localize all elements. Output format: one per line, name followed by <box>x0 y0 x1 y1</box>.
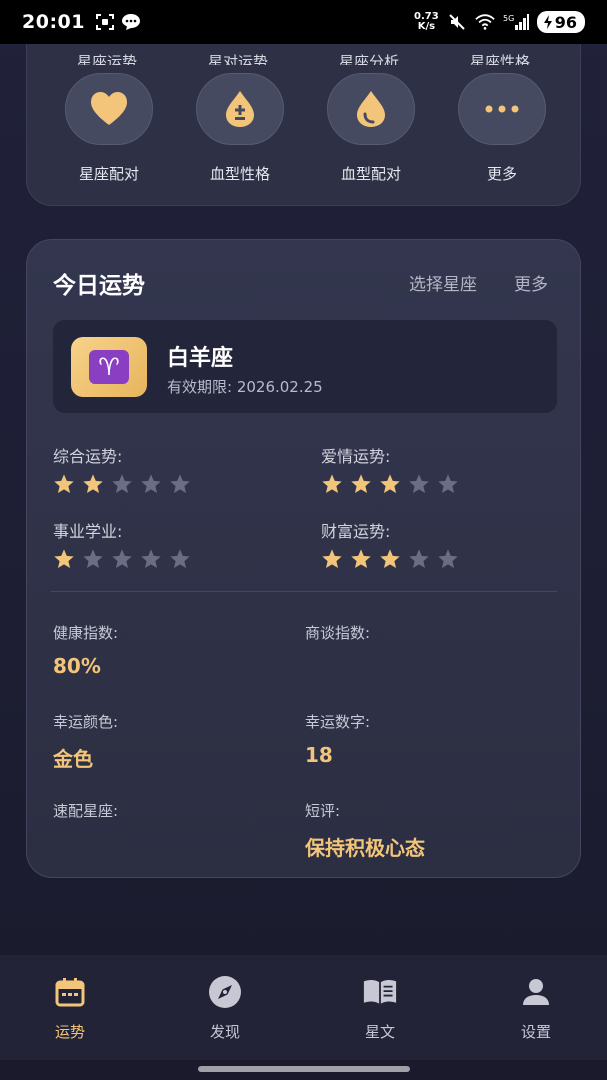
star-empty-icon <box>170 474 190 493</box>
star-rating <box>53 548 191 570</box>
compass-icon <box>208 975 242 1009</box>
heart-icon <box>91 92 127 125</box>
rating-label: 事业学业: <box>53 522 123 541</box>
category-blood-match[interactable]: 血型配对 <box>326 73 416 184</box>
star-filled-icon <box>351 474 371 493</box>
star-empty-icon <box>170 549 190 568</box>
nav-fortune[interactable]: 运势 <box>25 975 115 1042</box>
category-blood-personality[interactable]: 血型性格 <box>195 73 285 184</box>
star-filled-icon <box>380 474 400 493</box>
battery-indicator: 96 <box>536 11 585 33</box>
negotiation-index-label: 商谈指数: <box>305 624 371 642</box>
status-bar: 20:01 0.73 K/s 5G 96 <box>0 0 607 44</box>
category-more[interactable]: 更多 <box>457 73 547 184</box>
nav-settings[interactable]: 设置 <box>491 975 581 1042</box>
category-label-cut[interactable]: 星座运势 <box>57 51 157 65</box>
book-icon <box>363 975 397 1009</box>
health-index-label: 健康指数: <box>53 624 119 642</box>
calendar-icon <box>53 975 87 1009</box>
health-index-value: 80% <box>53 654 101 678</box>
lucky-number-value: 18 <box>305 743 333 767</box>
status-time: 20:01 <box>22 11 85 33</box>
short-comment-value: 保持积极心态 <box>305 836 425 860</box>
star-empty-icon <box>409 549 429 568</box>
category-label-cut[interactable]: 星对运势 <box>188 51 288 65</box>
category-label: 星座配对 <box>78 165 139 183</box>
star-empty-icon <box>112 474 132 493</box>
current-sign-panel[interactable]: ♈ 白羊座 有效期限: 2026.02.25 <box>53 320 557 413</box>
nav-label: 运势 <box>54 1023 85 1041</box>
divider <box>51 591 557 592</box>
nav-label: 星文 <box>364 1023 395 1041</box>
star-empty-icon <box>409 474 429 493</box>
category-icon-bg[interactable] <box>458 73 546 145</box>
star-rating <box>321 473 459 495</box>
blood-drop-icon <box>357 91 385 127</box>
category-label-cut[interactable]: 星座分析 <box>319 51 419 65</box>
star-filled-icon <box>83 474 103 493</box>
net-speed-unit: K/s <box>417 21 436 32</box>
category-label: 更多 <box>486 165 517 183</box>
nav-discover[interactable]: 发现 <box>180 975 270 1042</box>
lucky-color-value: 金色 <box>53 747 93 771</box>
star-filled-icon <box>380 549 400 568</box>
sign-name: 白羊座 <box>167 346 234 371</box>
nav-label: 设置 <box>520 1023 551 1041</box>
star-empty-icon <box>112 549 132 568</box>
category-grid-card: 星座运势 星对运势 星座分析 星座性格 星座配对 血型性格 血型配对 更多 <box>26 20 581 206</box>
category-label: 血型配对 <box>340 165 401 183</box>
more-link[interactable]: 更多 <box>514 270 548 295</box>
bottom-nav: 运势 发现 星文 设置 <box>0 955 607 1060</box>
nav-label: 发现 <box>209 1023 240 1041</box>
star-empty-icon <box>438 474 458 493</box>
net-speed: 0.73 K/s <box>414 12 439 32</box>
home-gesture-bar[interactable] <box>198 1066 410 1072</box>
star-empty-icon <box>141 474 161 493</box>
wifi-icon <box>475 13 495 31</box>
mute-icon <box>447 13 467 31</box>
battery-level: 96 <box>554 12 577 32</box>
section-title: 今日运势 <box>53 273 145 299</box>
category-icon-bg[interactable] <box>196 73 284 145</box>
screen-capture-icon <box>95 13 115 31</box>
match-sign-label: 速配星座: <box>53 802 119 820</box>
aries-icon: ♈ <box>71 337 147 397</box>
charging-icon <box>543 15 552 29</box>
category-label-cut[interactable]: 星座性格 <box>450 51 550 65</box>
star-filled-icon <box>54 549 74 568</box>
star-rating <box>53 473 191 495</box>
aries-symbol: ♈ <box>89 350 129 384</box>
rating-label: 财富运势: <box>321 522 391 541</box>
star-empty-icon <box>83 549 103 568</box>
star-filled-icon <box>351 549 371 568</box>
short-comment-label: 短评: <box>305 802 341 820</box>
category-icon-bg[interactable] <box>65 73 153 145</box>
star-filled-icon <box>54 474 74 493</box>
category-constellation-match[interactable]: 星座配对 <box>64 73 154 184</box>
star-filled-icon <box>322 549 342 568</box>
category-label: 血型性格 <box>209 165 270 183</box>
star-rating <box>321 548 459 570</box>
cellular-signal-icon: 5G <box>503 13 529 31</box>
valid-until: 有效期限: 2026.02.25 <box>167 378 323 396</box>
star-empty-icon <box>141 549 161 568</box>
rating-label: 爱情运势: <box>321 447 391 466</box>
star-filled-icon <box>322 474 342 493</box>
nav-star-articles[interactable]: 星文 <box>335 975 425 1042</box>
category-row-top-cut: 星座运势 星对运势 星座分析 星座性格 <box>27 45 580 65</box>
lucky-number-label: 幸运数字: <box>305 713 371 731</box>
message-icon <box>121 13 141 31</box>
lucky-color-label: 幸运颜色: <box>53 713 119 731</box>
select-sign-link[interactable]: 选择星座 <box>409 270 477 295</box>
more-dots-icon <box>485 105 519 113</box>
category-icon-bg[interactable] <box>327 73 415 145</box>
user-icon <box>519 975 553 1009</box>
star-empty-icon <box>438 549 458 568</box>
network-type: 5G <box>503 14 514 23</box>
today-fortune-card: 今日运势 选择星座 更多 ♈ 白羊座 有效期限: 2026.02.25 综合运势… <box>26 239 581 878</box>
rating-label: 综合运势: <box>53 447 123 466</box>
blood-plus-minus-icon <box>226 91 254 127</box>
